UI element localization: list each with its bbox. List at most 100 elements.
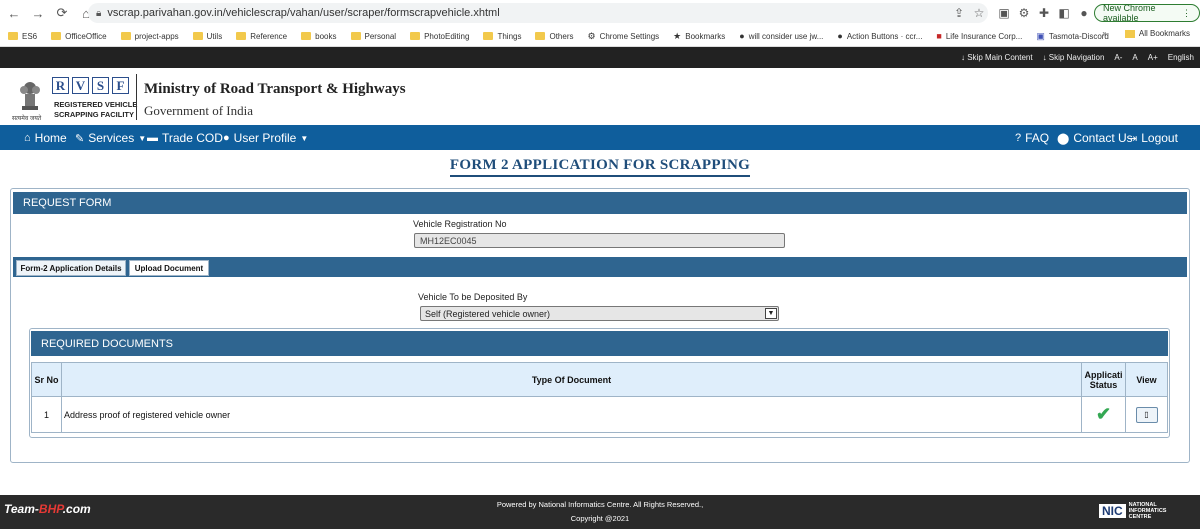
site-header: सत्यमेव जयते R V S F REGISTERED VEHICLE … (0, 68, 1200, 125)
deposited-by-select[interactable]: Self (Registered vehicle owner) ▼ (420, 306, 779, 321)
row-view: ▯ (1125, 396, 1168, 433)
logout-icon: ⇥ (1128, 132, 1138, 145)
caret-down-icon: ▼ (138, 133, 147, 143)
table-row: 1 Address proof of registered vehicle ow… (31, 396, 1168, 433)
github-icon: ● (739, 31, 745, 41)
footer-powered: Powered by National Informatics Centre. … (496, 500, 704, 509)
check-icon: ✔ (1095, 404, 1112, 424)
bookmark-utils[interactable]: Utils (192, 32, 222, 41)
tab-form2-details[interactable]: Form-2 Application Details (16, 260, 126, 276)
url-text: vscrap.parivahan.gov.in/vehiclescrap/vah… (107, 7, 500, 19)
bookmark-chrome-settings[interactable]: ⚙ Chrome Settings (587, 31, 659, 42)
page-title: FORM 2 APPLICATION FOR SCRAPPING (0, 157, 1200, 177)
bookmark-lic[interactable]: ■ Life Insurance Corp... (936, 31, 1022, 41)
folder-icon (483, 32, 494, 40)
github-icon: ● (837, 31, 843, 41)
sidepanel-icon[interactable]: ◧ (1055, 4, 1073, 22)
deposited-by-label: Vehicle To be Deposited By (418, 292, 528, 302)
view-document-button[interactable]: ▯ (1135, 406, 1158, 423)
bookmark-officeoffice[interactable]: OfficeOffice (51, 32, 107, 41)
tab-upload-document[interactable]: Upload Document (129, 260, 209, 276)
vehicle-reg-input[interactable] (414, 233, 785, 248)
footer-copyright: Copyright @2021 (570, 514, 630, 523)
bookmark-books[interactable]: books (301, 32, 337, 41)
settings-extension-icon[interactable]: ⚙ (1015, 4, 1033, 22)
home-icon: ⌂ (24, 132, 31, 144)
bookmark-photoediting[interactable]: PhotoEditing (410, 32, 469, 41)
user-icon: ● (223, 132, 230, 144)
folder-icon (350, 32, 361, 40)
bookmark-tasmota[interactable]: ▣ Tasmota-Discord (1036, 31, 1109, 42)
forward-icon[interactable]: → (28, 3, 48, 23)
bookmark-things[interactable]: Things (483, 32, 521, 41)
font-normal[interactable]: A (1132, 53, 1137, 62)
back-icon[interactable]: ← (4, 3, 24, 23)
chevron-down-icon: ▼ (765, 308, 777, 319)
required-docs-table: Sr No Type Of Document Applicati Status … (31, 362, 1168, 433)
skip-main-link[interactable]: ↓ Skip Main Content (961, 53, 1033, 62)
folder-icon (1124, 29, 1135, 38)
nic-logo: NIC NATIONAL INFORMATICS CENTRE (1099, 502, 1166, 520)
col-sr-no: Sr No (31, 362, 62, 397)
main-nav: ⌂ Home ✎ Services ▼ ▬ Trade COD ● User Profil… (0, 125, 1200, 150)
emblem-motto: सत्यमेव जयते (12, 116, 42, 122)
language-link[interactable]: English (1168, 53, 1194, 62)
request-form-header: REQUEST FORM (13, 192, 1187, 214)
folder-icon (301, 32, 312, 40)
bookmark-jw[interactable]: ● will consider use jw... (739, 31, 823, 41)
lock-icon: 🔒︎ (96, 7, 102, 19)
nav-contact[interactable]: ⬤ Contact Us (1057, 131, 1133, 145)
extension-icon[interactable]: ▣ (995, 4, 1013, 22)
bookmark-reference[interactable]: Reference (236, 32, 287, 41)
font-increase[interactable]: A+ (1148, 53, 1158, 62)
star-icon[interactable]: ☆ (970, 4, 988, 22)
more-bookmarks-chevron[interactable]: » (1102, 29, 1106, 38)
rvsf-logo: R V S F (52, 77, 129, 94)
bookmark-project-apps[interactable]: project-apps (120, 32, 179, 41)
folder-icon (535, 32, 546, 40)
avatar[interactable]: ● (1075, 4, 1093, 22)
ministry-title: Ministry of Road Transport & Highways (144, 81, 406, 97)
new-chrome-button[interactable]: New Chrome available ⋮ (1094, 3, 1200, 23)
folder-icon (236, 32, 247, 40)
required-docs-header: REQUIRED DOCUMENTS (31, 331, 1168, 356)
accessibility-bar: ↓ Skip Main Content ↓ Skip Navigation A-… (0, 47, 1200, 68)
folder-icon (8, 32, 18, 40)
bookmark-es6[interactable]: ES6 (8, 32, 37, 41)
nav-user-profile[interactable]: ● User Profile ▼ (223, 131, 308, 145)
site-footer: Powered by National Informatics Centre. … (0, 495, 1200, 529)
skip-nav-link[interactable]: ↓ Skip Navigation (1043, 53, 1105, 62)
government-subtitle: Government of India (144, 103, 254, 118)
row-document-type: Address proof of registered vehicle owne… (61, 396, 1082, 433)
bookmark-action-buttons[interactable]: ● Action Buttons · ccr... (837, 31, 922, 41)
card-icon: ▬ (147, 132, 158, 144)
national-emblem-icon (20, 82, 40, 110)
more-vert-icon: ⋮ (1182, 7, 1191, 18)
table-header-row: Sr No Type Of Document Applicati Status … (31, 362, 1168, 397)
question-icon: ? (1015, 132, 1022, 144)
col-view: View (1125, 362, 1168, 397)
browser-chrome: ← → ⟳ ⌂ 🔒︎ vscrap.parivahan.gov.in/vehic… (0, 0, 1200, 47)
address-bar[interactable]: 🔒︎ vscrap.parivahan.gov.in/vehiclescrap/… (88, 3, 988, 23)
bookmarks-bar: ES6 OfficeOffice project-apps Utils Refe… (0, 26, 1200, 46)
font-decrease[interactable]: A- (1114, 53, 1122, 62)
nav-services[interactable]: ✎ Services ▼ (75, 131, 146, 145)
nav-home[interactable]: ⌂ Home (24, 131, 67, 145)
rvsf-subtitle: REGISTERED VEHICLE SCRAPPING FACILITY (54, 100, 138, 119)
reload-icon[interactable]: ⟳ (52, 3, 72, 23)
bookmark-bookmarks[interactable]: ★ Bookmarks (673, 31, 725, 42)
nav-logout[interactable]: ⇥ Logout (1128, 131, 1178, 145)
all-bookmarks[interactable]: » All Bookmarks (1102, 29, 1190, 38)
folder-icon (410, 32, 421, 40)
puzzle-icon[interactable]: ✚ (1035, 4, 1053, 22)
nav-faq[interactable]: ? FAQ (1015, 131, 1049, 145)
nav-trade-cod[interactable]: ▬ Trade COD (147, 131, 223, 145)
lic-icon: ■ (936, 31, 942, 41)
bookmark-others[interactable]: Others (535, 32, 573, 41)
share-icon[interactable]: ⇪ (950, 4, 968, 22)
folder-icon (120, 32, 131, 40)
map-pin-icon: ⬤ (1057, 132, 1070, 145)
col-application-status: Applicati Status (1081, 362, 1126, 397)
bookmark-personal[interactable]: Personal (350, 32, 396, 41)
folder-icon (51, 32, 62, 40)
